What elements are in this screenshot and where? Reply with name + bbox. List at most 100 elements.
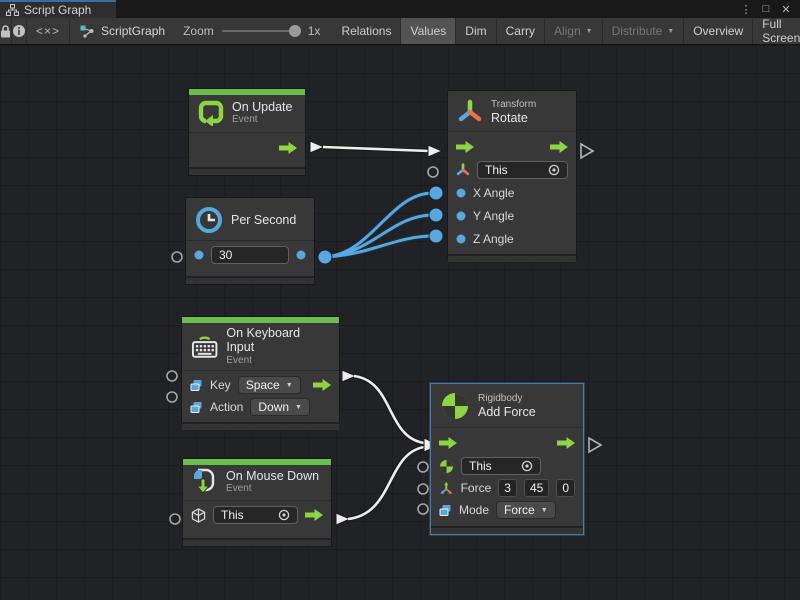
zoom-control: Zoom 1x xyxy=(179,18,330,44)
node-title: Per Second xyxy=(231,213,296,227)
flow-output-port[interactable] xyxy=(313,379,331,391)
tab-label: Script Graph xyxy=(24,3,91,17)
clock-icon xyxy=(195,206,223,234)
node-add-force[interactable]: Rigidbody Add Force This xyxy=(430,383,584,535)
connection-persecond-angles[interactable] xyxy=(318,186,443,264)
flow-output-port[interactable] xyxy=(305,509,323,521)
flow-output-port[interactable] xyxy=(550,141,568,153)
node-per-second[interactable]: Per Second 30 xyxy=(185,197,315,285)
flow-input-port[interactable] xyxy=(439,437,457,449)
info-icon xyxy=(12,24,26,38)
node-title: On Keyboard Input xyxy=(226,326,329,355)
force-z-field[interactable]: 0 xyxy=(556,479,575,497)
flow-output-port[interactable] xyxy=(279,142,297,154)
target-object-field[interactable]: This xyxy=(213,506,298,524)
code-icon: <×> xyxy=(36,24,60,38)
maximize-button[interactable]: □ xyxy=(758,1,774,17)
force-x-field[interactable]: 3 xyxy=(498,479,517,497)
node-on-mouse-down[interactable]: On Mouse Down Event This xyxy=(182,458,332,547)
keyboard-icon xyxy=(191,333,218,359)
node-subtitle: Event xyxy=(226,355,329,367)
port-label: Y Angle xyxy=(473,209,514,223)
node-title: On Mouse Down xyxy=(226,469,319,483)
gameobject-icon xyxy=(191,508,206,523)
window-controls: ⋮ □ ✕ xyxy=(738,0,800,18)
info-button[interactable] xyxy=(12,18,27,44)
close-button[interactable]: ✕ xyxy=(778,1,794,17)
node-title: Add Force xyxy=(478,405,536,419)
enum-icon xyxy=(190,379,203,392)
relations-button[interactable]: Relations xyxy=(332,18,401,44)
carry-button[interactable]: Carry xyxy=(497,18,545,44)
target-object-field[interactable]: This xyxy=(477,161,568,179)
tab-script-graph[interactable]: Script Graph xyxy=(0,0,116,18)
port-label: Z Angle xyxy=(473,232,514,246)
graph-name: ScriptGraph xyxy=(70,18,179,44)
script-graph-icon xyxy=(80,25,95,38)
force-y-field[interactable]: 45 xyxy=(524,479,549,497)
window-menu-button[interactable]: ⋮ xyxy=(738,1,754,17)
code-view-button[interactable]: <×> xyxy=(27,18,70,44)
script-graph-window: Script Graph ⋮ □ ✕ <×> xyxy=(0,0,800,600)
port-label: Key xyxy=(210,378,231,392)
node-rotate[interactable]: Transform Rotate This xyxy=(447,90,577,258)
node-subtitle: Event xyxy=(232,114,292,126)
zoom-slider-handle[interactable] xyxy=(289,25,301,37)
hierarchy-icon xyxy=(6,4,19,16)
object-picker-icon[interactable] xyxy=(521,460,533,472)
mode-dropdown[interactable]: Force ▼ xyxy=(496,501,556,519)
on-update-icon xyxy=(198,100,224,126)
port-label: X Angle xyxy=(473,186,514,200)
align-button[interactable]: Align ▼ xyxy=(545,18,603,44)
node-on-update[interactable]: On Update Event xyxy=(188,88,306,176)
enum-icon xyxy=(190,401,203,414)
graph-canvas[interactable]: On Update Event Transform xyxy=(0,45,800,600)
flow-output-port[interactable] xyxy=(557,437,575,449)
chevron-down-icon: ▼ xyxy=(295,404,302,411)
zoom-slider[interactable] xyxy=(222,30,300,32)
node-on-keyboard-input[interactable]: On Keyboard Input Event Key Space ▼ xyxy=(181,316,340,423)
mouse-down-icon xyxy=(192,468,218,496)
distribute-button[interactable]: Distribute ▼ xyxy=(603,18,685,44)
rigidbody-icon xyxy=(439,459,454,474)
chevron-down-icon: ▼ xyxy=(286,382,293,389)
node-title: Rotate xyxy=(491,111,536,125)
port-label: Force xyxy=(461,481,492,495)
value-input-port[interactable] xyxy=(456,211,466,221)
value-input-port[interactable] xyxy=(456,188,466,198)
target-object-field[interactable]: This xyxy=(461,457,541,475)
overview-button[interactable]: Overview xyxy=(684,18,753,44)
object-picker-icon[interactable] xyxy=(278,509,290,521)
connection-keyboard-addforce[interactable] xyxy=(342,370,424,443)
dim-button[interactable]: Dim xyxy=(456,18,496,44)
action-dropdown[interactable]: Down ▼ xyxy=(250,398,310,416)
rate-value-field[interactable]: 30 xyxy=(211,246,289,264)
value-input-port[interactable] xyxy=(456,234,466,244)
connection-onupdate-rotate[interactable] xyxy=(310,141,442,157)
lock-button[interactable] xyxy=(0,18,12,44)
lock-icon xyxy=(0,25,11,38)
vector3-icon xyxy=(439,481,454,496)
title-bar: Script Graph ⋮ □ ✕ xyxy=(0,0,800,18)
enum-icon xyxy=(439,504,452,517)
zoom-label: Zoom xyxy=(183,24,214,38)
flow-continuation-indicators xyxy=(581,144,601,452)
node-footer xyxy=(431,526,583,534)
connection-mouse-addforce[interactable] xyxy=(336,438,439,525)
object-picker-icon[interactable] xyxy=(548,164,560,176)
value-output-port[interactable] xyxy=(296,250,306,260)
connections-layer xyxy=(0,45,800,600)
values-button[interactable]: Values xyxy=(401,18,456,44)
node-footer xyxy=(183,538,331,546)
node-title: On Update xyxy=(232,100,292,114)
node-footer xyxy=(448,254,576,262)
node-footer xyxy=(182,422,339,430)
chevron-down-icon: ▼ xyxy=(586,28,593,35)
node-subtitle: Event xyxy=(226,483,319,495)
flow-input-port[interactable] xyxy=(456,141,474,153)
node-footer xyxy=(186,276,314,284)
value-input-port[interactable] xyxy=(194,250,204,260)
key-dropdown[interactable]: Space ▼ xyxy=(238,376,301,394)
node-footer xyxy=(189,167,305,175)
full-screen-button[interactable]: Full Screen xyxy=(753,18,800,44)
